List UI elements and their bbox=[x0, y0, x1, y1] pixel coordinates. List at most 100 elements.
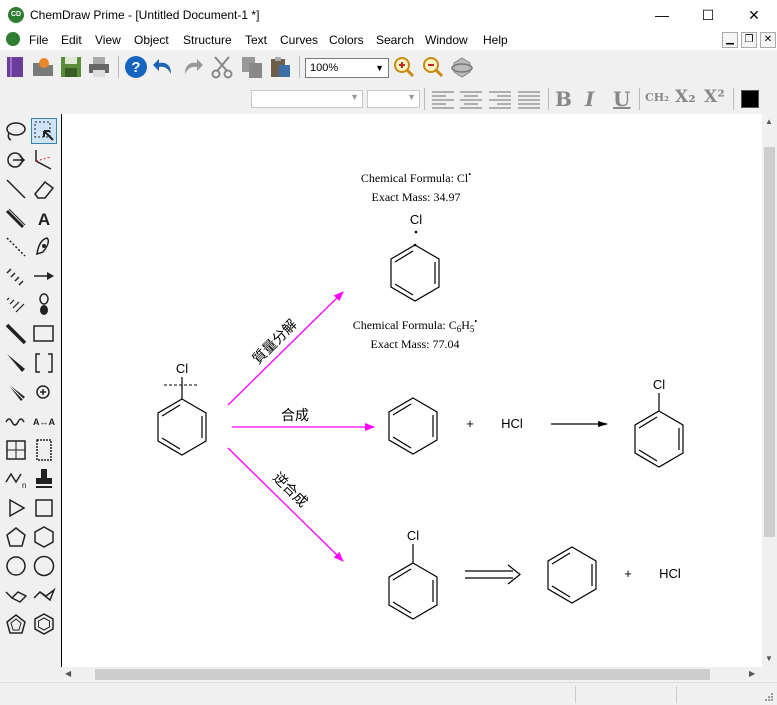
hashed-wedge-icon[interactable] bbox=[3, 292, 29, 318]
scroll-down-icon[interactable]: ▼ bbox=[765, 654, 773, 663]
dashed-bond-icon[interactable] bbox=[3, 234, 29, 260]
menu-window[interactable]: Window bbox=[425, 33, 468, 47]
align-left-icon[interactable] bbox=[430, 86, 456, 112]
double-bond-icon[interactable] bbox=[3, 205, 29, 231]
benzene-bottom[interactable] bbox=[547, 546, 597, 604]
scroll-right-icon[interactable]: ▶ bbox=[749, 669, 755, 678]
triangle-ring-icon[interactable] bbox=[3, 495, 29, 521]
chlorobenzene-product[interactable]: Cl bbox=[634, 377, 684, 468]
hcl-reagent-middle[interactable]: HCl bbox=[501, 416, 523, 431]
menu-curves[interactable]: Curves bbox=[280, 33, 318, 47]
chlorine-radical[interactable]: Cl bbox=[410, 212, 422, 234]
arrow-tool-icon[interactable] bbox=[31, 263, 57, 289]
zoom-in-icon[interactable] bbox=[391, 54, 417, 80]
chain-tool-icon[interactable]: n bbox=[3, 466, 29, 492]
heptagon-ring-icon[interactable] bbox=[3, 553, 29, 579]
menu-object[interactable]: Object bbox=[134, 33, 169, 47]
text-tool-icon[interactable]: A bbox=[31, 205, 57, 231]
save-icon[interactable] bbox=[58, 54, 84, 80]
wedged-hash-bond-icon[interactable] bbox=[3, 379, 29, 405]
mdi-close-button[interactable]: ✕ bbox=[760, 32, 776, 48]
rotate-3d-icon[interactable] bbox=[449, 54, 475, 80]
pen-tool-icon[interactable] bbox=[31, 234, 57, 260]
text-color-swatch[interactable] bbox=[741, 90, 759, 108]
hexagon-ring-icon[interactable] bbox=[31, 524, 57, 550]
bold-bond-icon[interactable] bbox=[3, 321, 29, 347]
atom-map-icon[interactable]: A↔A bbox=[31, 408, 57, 434]
retrosynthesis-label[interactable]: 逆合成 bbox=[270, 469, 311, 510]
cut-icon[interactable] bbox=[209, 54, 235, 80]
chlorobenzene-reactant[interactable]: Cl bbox=[157, 361, 207, 456]
underline-button[interactable]: U bbox=[613, 87, 630, 111]
solid-bond-icon[interactable] bbox=[3, 176, 29, 202]
horizontal-scrollbar[interactable]: ◀ ▶ bbox=[61, 667, 762, 682]
hcl-reagent-bottom[interactable]: HCl bbox=[659, 566, 681, 581]
font-size-select[interactable]: ▼ bbox=[367, 90, 420, 108]
subscript-button[interactable]: X₂ bbox=[675, 87, 696, 107]
eraser-icon[interactable] bbox=[31, 176, 57, 202]
new-document-icon[interactable] bbox=[2, 54, 28, 80]
pentagon-ring-icon[interactable] bbox=[3, 524, 29, 550]
close-button[interactable]: ✕ bbox=[731, 0, 777, 30]
paste-icon[interactable] bbox=[267, 54, 293, 80]
eraser-bond-icon[interactable] bbox=[31, 147, 57, 173]
copy-icon[interactable] bbox=[239, 54, 265, 80]
bold-button[interactable]: B bbox=[555, 87, 572, 111]
document-icon[interactable] bbox=[6, 32, 20, 46]
italic-button[interactable]: I bbox=[585, 87, 594, 111]
template-stamp-icon[interactable] bbox=[31, 466, 57, 492]
tlc-plate-icon[interactable] bbox=[31, 437, 57, 463]
structure-perspective-icon[interactable] bbox=[3, 147, 29, 173]
menu-edit[interactable]: Edit bbox=[61, 33, 82, 47]
menu-file[interactable]: File bbox=[29, 33, 48, 47]
menu-structure[interactable]: Structure bbox=[183, 33, 232, 47]
wedge-bond-icon[interactable] bbox=[3, 350, 29, 376]
retrosynthesis-arrow-open[interactable] bbox=[465, 564, 521, 585]
brackets-icon[interactable] bbox=[31, 350, 57, 376]
drawing-elements-icon[interactable] bbox=[31, 321, 57, 347]
zoom-out-icon[interactable] bbox=[420, 54, 446, 80]
undo-icon[interactable] bbox=[151, 54, 177, 80]
benzene-middle[interactable] bbox=[388, 397, 438, 455]
menu-colors[interactable]: Colors bbox=[329, 33, 364, 47]
benzene-ring-icon[interactable] bbox=[31, 611, 57, 637]
square-ring-icon[interactable] bbox=[31, 495, 57, 521]
plus-sign-bottom[interactable]: + bbox=[624, 566, 632, 581]
redo-icon[interactable] bbox=[179, 54, 205, 80]
zoom-select[interactable]: 100% ▼ bbox=[305, 58, 389, 78]
top-mass-label[interactable]: Exact Mass: 34.97 bbox=[372, 190, 461, 204]
align-center-icon[interactable] bbox=[458, 86, 484, 112]
cyclopentadiene-icon[interactable] bbox=[3, 611, 29, 637]
drawing-canvas[interactable]: Chemical Formula: Cl• Exact Mass: 34.97 … bbox=[61, 114, 762, 667]
octagon-ring-icon[interactable] bbox=[31, 553, 57, 579]
vertical-scroll-thumb[interactable] bbox=[764, 147, 775, 537]
marquee-tool[interactable] bbox=[31, 118, 57, 144]
chlorobenzene-target[interactable]: Cl bbox=[388, 528, 438, 620]
menu-help[interactable]: Help bbox=[483, 33, 508, 47]
mdi-restore-button[interactable]: ❐ bbox=[741, 32, 757, 48]
orbital-tool-icon[interactable] bbox=[31, 292, 57, 318]
help-icon[interactable]: ? bbox=[123, 54, 149, 80]
formula-button[interactable]: CH₂ bbox=[645, 91, 669, 104]
mass-fragmentation-arrow[interactable] bbox=[227, 291, 344, 406]
scroll-up-icon[interactable]: ▲ bbox=[765, 117, 773, 126]
retrosynthesis-arrow[interactable] bbox=[227, 447, 344, 562]
horizontal-scroll-thumb[interactable] bbox=[95, 669, 710, 680]
resize-grip-icon[interactable] bbox=[764, 692, 774, 702]
reaction-scheme[interactable]: Chemical Formula: Cl• Exact Mass: 34.97 … bbox=[62, 114, 762, 667]
synthesis-label[interactable]: 合成 bbox=[281, 407, 309, 423]
menu-text[interactable]: Text bbox=[245, 33, 267, 47]
menu-search[interactable]: Search bbox=[376, 33, 414, 47]
chair-ring-alt-icon[interactable] bbox=[31, 582, 57, 608]
align-right-icon[interactable] bbox=[487, 86, 513, 112]
superscript-button[interactable]: X² bbox=[704, 87, 725, 107]
justify-icon[interactable] bbox=[516, 86, 542, 112]
plus-sign-middle[interactable]: + bbox=[466, 416, 474, 431]
scroll-left-icon[interactable]: ◀ bbox=[65, 669, 71, 678]
hashed-bond-icon[interactable] bbox=[3, 263, 29, 289]
chair-ring-icon[interactable] bbox=[3, 582, 29, 608]
fragment-formula-label[interactable]: Chemical Formula: C6H5• bbox=[353, 317, 478, 334]
minimize-button[interactable]: — bbox=[639, 0, 685, 30]
chemical-symbols-icon[interactable] bbox=[31, 379, 57, 405]
fragment-mass-label[interactable]: Exact Mass: 77.04 bbox=[371, 337, 460, 351]
